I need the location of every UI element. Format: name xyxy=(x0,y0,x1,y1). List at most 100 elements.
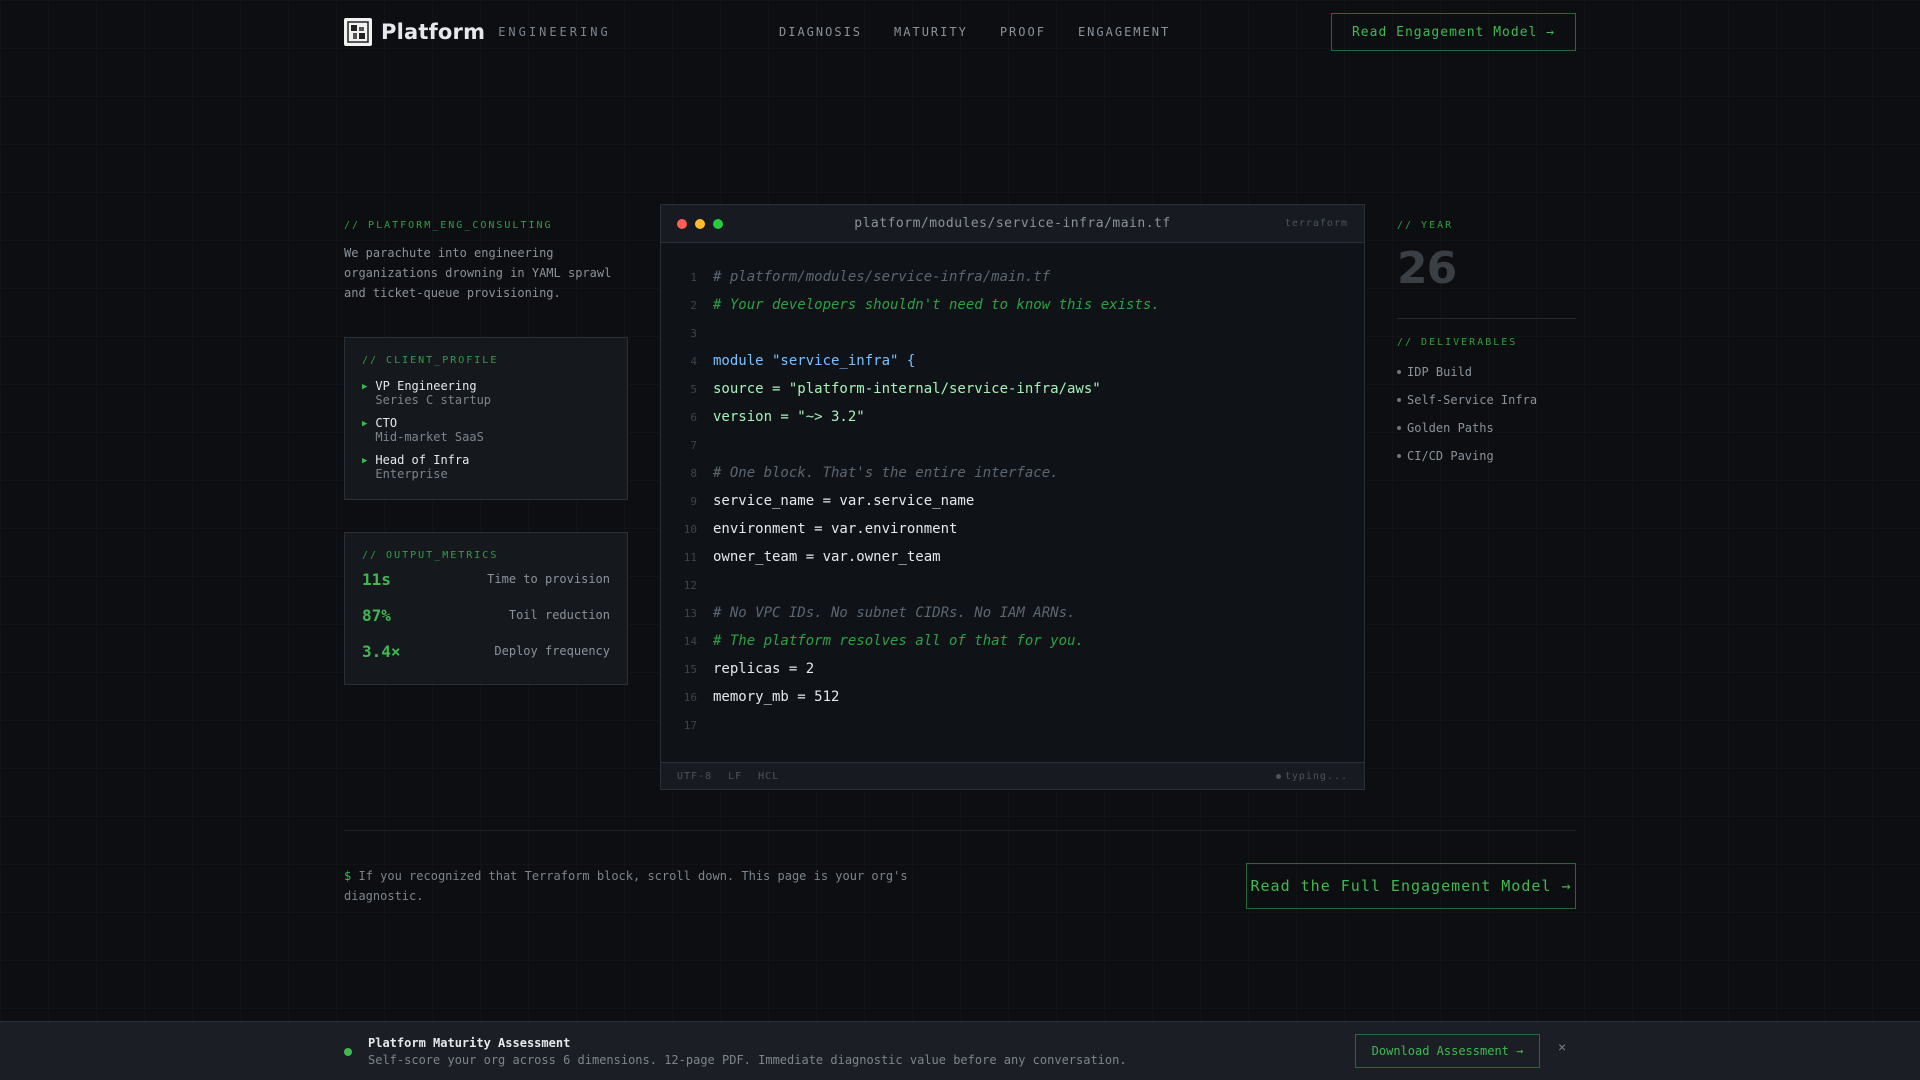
brand-subtitle: ENGINEERING xyxy=(498,25,611,39)
read-full-engagement-button[interactable]: Read the Full Engagement Model → xyxy=(1246,863,1576,909)
code-line: 12 xyxy=(661,571,1364,599)
line-number: 14 xyxy=(683,634,697,648)
status-eol: LF xyxy=(728,770,743,782)
window-controls xyxy=(677,218,723,229)
play-arrow-icon: ▶ xyxy=(362,456,368,466)
client-org: Mid-market SaaS xyxy=(375,430,484,444)
metric-value: 11s xyxy=(362,569,391,589)
assessment-banner: Platform Maturity Assessment Self-score … xyxy=(0,1021,1920,1080)
status-encoding: UTF-8 xyxy=(677,770,713,782)
nav-diagnosis[interactable]: DIAGNOSIS xyxy=(779,25,862,39)
code-body[interactable]: 1 # platform/modules/service-infra/main.t… xyxy=(661,243,1364,739)
logo-icon xyxy=(344,18,372,46)
read-engagement-button[interactable]: Read Engagement Model → xyxy=(1330,13,1576,51)
metric-label: Toil reduction xyxy=(508,608,610,622)
code-text: owner_team = var.owner_team xyxy=(713,549,941,565)
maximize-dot-icon[interactable] xyxy=(713,218,723,229)
deliverables-tag: // DELIVERABLES xyxy=(1397,337,1518,348)
metric-value: 87% xyxy=(362,605,391,625)
code-line: 4 module "service_infra" { xyxy=(661,347,1364,375)
client-org: Enterprise xyxy=(375,467,448,481)
editor-filename: platform/modules/service-infra/main.tf xyxy=(854,216,1171,231)
code-text: environment = var.environment xyxy=(713,521,958,537)
metric-label: Time to provision xyxy=(487,572,610,586)
list-item: Golden Paths xyxy=(1397,414,1576,442)
close-icon[interactable]: × xyxy=(1558,1039,1566,1055)
intro-section: // PLATFORM_ENG_CONSULTING We parachute … xyxy=(344,220,628,303)
typing-dot-icon xyxy=(1275,773,1281,779)
code-text: module "service_infra" { xyxy=(713,353,916,369)
banner-title: Platform Maturity Assessment xyxy=(368,1036,571,1050)
metric-row: 3.4× Deploy frequency xyxy=(362,633,610,669)
nav-engagement[interactable]: ENGAGEMENT xyxy=(1078,25,1170,39)
nav-maturity[interactable]: MATURITY xyxy=(894,25,968,39)
line-number: 3 xyxy=(690,326,697,340)
client-role: Head of Infra xyxy=(375,453,470,467)
nav-proof[interactable]: PROOF xyxy=(1000,25,1046,39)
line-number: 11 xyxy=(683,550,697,564)
line-number: 4 xyxy=(690,354,697,368)
line-number: 2 xyxy=(690,298,697,312)
code-editor-window: platform/modules/service-infra/main.tf t… xyxy=(660,204,1365,790)
metric-row: 11s Time to provision xyxy=(362,561,610,597)
code-line: 6 version = "~> 3.2" xyxy=(661,403,1364,431)
code-text: # One block. That's the entire interface… xyxy=(713,465,1059,481)
bullet-icon xyxy=(1397,426,1401,430)
code-text: version = "~> 3.2" xyxy=(713,409,865,425)
code-text: # platform/modules/service-infra/main.tf xyxy=(713,269,1051,285)
site-header: Platform ENGINEERING DIAGNOSIS MATURITY … xyxy=(344,13,1576,51)
editor-language: terraform xyxy=(1284,218,1348,229)
code-text: # The platform resolves all of that for … xyxy=(713,633,1084,649)
year-value: 26 xyxy=(1397,243,1457,294)
metric-row: 87% Toil reduction xyxy=(362,597,610,633)
client-profile-list: ▶ VP Engineering Series C startup ▶ CTO … xyxy=(362,379,610,481)
editor-titlebar: platform/modules/service-infra/main.tf t… xyxy=(661,205,1364,243)
line-number: 5 xyxy=(690,382,697,396)
code-line: 11 owner_team = var.owner_team xyxy=(661,543,1364,571)
deliverables-list: IDP Build Self-Service Infra Golden Path… xyxy=(1397,358,1576,470)
line-number: 15 xyxy=(683,662,697,676)
line-number: 6 xyxy=(690,410,697,424)
output-metrics-card: // OUTPUT_METRICS 11s Time to provision … xyxy=(344,532,628,685)
typing-indicator: typing... xyxy=(1275,770,1348,782)
line-number: 1 xyxy=(690,270,697,284)
divider xyxy=(344,830,1576,831)
minimize-dot-icon[interactable] xyxy=(695,218,705,229)
deliverable-label: Self-Service Infra xyxy=(1407,393,1538,407)
brand[interactable]: Platform ENGINEERING xyxy=(344,18,611,46)
client-profile-card: // CLIENT_PROFILE ▶ VP Engineering Serie… xyxy=(344,337,628,500)
list-item: ▶ Head of Infra Enterprise xyxy=(362,453,610,481)
typing-label: typing... xyxy=(1284,770,1348,782)
code-line: 10 environment = var.environment xyxy=(661,515,1364,543)
prompt-symbol: $ xyxy=(344,869,352,883)
code-line: 14 # The platform resolves all of that fo… xyxy=(661,627,1364,655)
client-role: VP Engineering xyxy=(375,379,477,393)
code-text: # Your developers shouldn't need to know… xyxy=(713,297,1160,313)
code-text: source = "platform-internal/service-infr… xyxy=(713,381,1101,397)
section-tag: // PLATFORM_ENG_CONSULTING xyxy=(344,220,553,231)
play-arrow-icon: ▶ xyxy=(362,419,368,429)
line-number: 9 xyxy=(690,494,697,508)
bullet-icon xyxy=(1397,454,1401,458)
output-metrics-tag: // OUTPUT_METRICS xyxy=(362,550,499,561)
line-number: 16 xyxy=(683,690,697,704)
bullet-icon xyxy=(1397,370,1401,374)
close-dot-icon[interactable] xyxy=(677,218,687,229)
list-item: ▶ CTO Mid-market SaaS xyxy=(362,416,610,444)
code-line: 13 # No VPC IDs. No subnet CIDRs. No IAM … xyxy=(661,599,1364,627)
main-nav: DIAGNOSIS MATURITY PROOF ENGAGEMENT xyxy=(779,25,1170,39)
code-text: memory_mb = 512 xyxy=(713,689,840,705)
list-item: IDP Build xyxy=(1397,358,1576,386)
list-item: CI/CD Paving xyxy=(1397,442,1576,470)
terminal-prompt: $ If you recognized that Terraform block… xyxy=(344,866,924,906)
deliverable-label: IDP Build xyxy=(1407,365,1473,379)
code-text: service_name = var.service_name xyxy=(713,493,975,509)
line-number: 7 xyxy=(690,438,697,452)
brand-name: Platform xyxy=(381,20,486,44)
divider xyxy=(1397,318,1576,319)
line-number: 12 xyxy=(683,578,697,592)
download-assessment-button[interactable]: Download Assessment → xyxy=(1355,1034,1540,1068)
client-role: CTO xyxy=(375,416,398,430)
status-dot-icon xyxy=(344,1048,352,1056)
banner-description: Self-score your org across 6 dimensions.… xyxy=(368,1053,1127,1067)
